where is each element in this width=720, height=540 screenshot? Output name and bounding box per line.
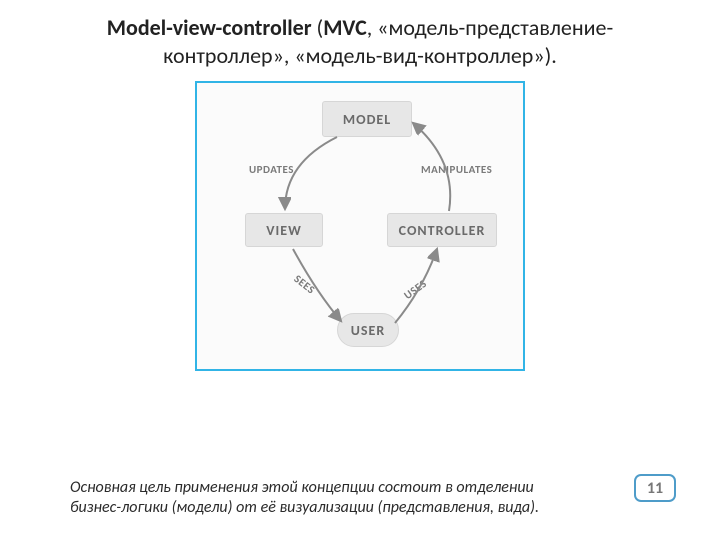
arrow-model-to-view — [197, 83, 527, 373]
footnote-text: Основная цель применения этой концепции … — [70, 478, 540, 518]
slide-title: Model-view-controller (MVC, «модель-пред… — [0, 0, 720, 73]
page-number-badge: 11 — [634, 474, 676, 502]
title-bold-prefix: Model-view-controller — [107, 14, 312, 41]
title-mvc: MVC — [323, 14, 367, 41]
title-paren-open: ( — [312, 14, 324, 41]
mvc-diagram: MODEL VIEW CONTROLLER USER UPDATES MANIP… — [195, 81, 525, 371]
